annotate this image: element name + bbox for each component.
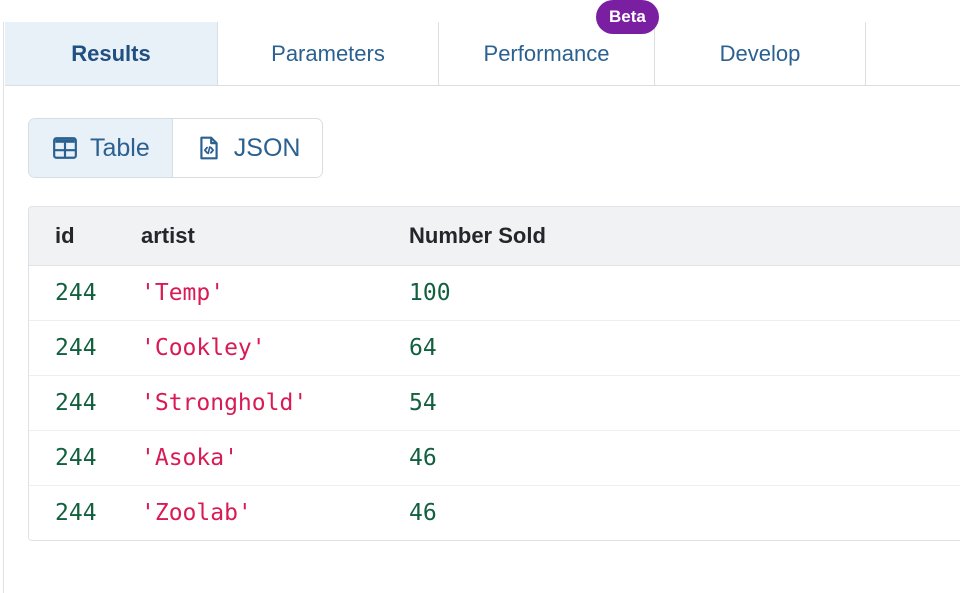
results-panel-tabbar: Results Parameters Performance Develop bbox=[5, 22, 960, 86]
json-view-button[interactable]: JSON bbox=[172, 119, 323, 177]
table-grid-icon bbox=[51, 134, 79, 162]
sql-editor-strip[interactable]: 13AND t.user_id != u.id bbox=[0, 0, 960, 22]
table-view-button[interactable]: Table bbox=[29, 119, 173, 177]
tabbar-filler bbox=[866, 22, 960, 85]
cell-id: 244 bbox=[29, 375, 141, 431]
column-header-number-sold[interactable]: Number Sold bbox=[409, 207, 960, 266]
tab-develop[interactable]: Develop bbox=[655, 22, 866, 85]
cell-artist: 'Temp' bbox=[141, 265, 409, 321]
cell-number-sold: 100 bbox=[409, 265, 960, 321]
results-table: id artist Number Sold 244 'Temp' 100 244… bbox=[29, 207, 960, 540]
cell-artist: 'Zoolab' bbox=[141, 485, 409, 540]
json-view-label: JSON bbox=[233, 133, 301, 162]
cell-id: 244 bbox=[29, 320, 141, 376]
tab-results-label: Results bbox=[71, 40, 151, 66]
table-row[interactable]: 244 'Stronghold' 54 bbox=[29, 375, 960, 431]
table-header-row: id artist Number Sold bbox=[29, 207, 960, 266]
column-header-artist[interactable]: artist bbox=[141, 207, 409, 266]
cell-artist: 'Stronghold' bbox=[141, 375, 409, 431]
table-row[interactable]: 244 'Cookley' 64 bbox=[29, 320, 960, 376]
beta-badge: Beta bbox=[596, 0, 659, 34]
cell-number-sold: 54 bbox=[409, 375, 960, 431]
results-table-body: 244 'Temp' 100 244 'Cookley' 64 244 'Str… bbox=[29, 265, 960, 540]
cell-artist: 'Asoka' bbox=[141, 430, 409, 486]
tab-performance-label: Performance bbox=[483, 40, 610, 66]
table-row[interactable]: 244 'Zoolab' 46 bbox=[29, 485, 960, 540]
tab-results[interactable]: Results bbox=[5, 22, 218, 85]
table-row[interactable]: 244 'Asoka' 46 bbox=[29, 430, 960, 486]
column-header-id[interactable]: id bbox=[29, 207, 141, 266]
cell-id: 244 bbox=[29, 430, 141, 486]
tab-develop-label: Develop bbox=[719, 40, 801, 66]
results-table-container: id artist Number Sold 244 'Temp' 100 244… bbox=[28, 206, 960, 541]
table-view-label: Table bbox=[90, 133, 150, 162]
sql-editor-line[interactable]: 13AND t.user_id != u.id bbox=[0, 0, 960, 22]
cell-id: 244 bbox=[29, 485, 141, 540]
cell-id: 244 bbox=[29, 265, 141, 321]
cell-number-sold: 46 bbox=[409, 430, 960, 486]
table-row[interactable]: 244 'Temp' 100 bbox=[29, 265, 960, 321]
result-view-toggle: Table JSON bbox=[28, 118, 324, 178]
cell-number-sold: 64 bbox=[409, 320, 960, 376]
left-rail bbox=[0, 22, 4, 593]
json-document-icon bbox=[195, 134, 223, 162]
tab-parameters[interactable]: Parameters bbox=[218, 22, 439, 85]
tab-parameters-label: Parameters bbox=[271, 40, 385, 66]
cell-number-sold: 46 bbox=[409, 485, 960, 540]
results-table-head: id artist Number Sold bbox=[29, 207, 960, 266]
cell-artist: 'Cookley' bbox=[141, 320, 409, 376]
